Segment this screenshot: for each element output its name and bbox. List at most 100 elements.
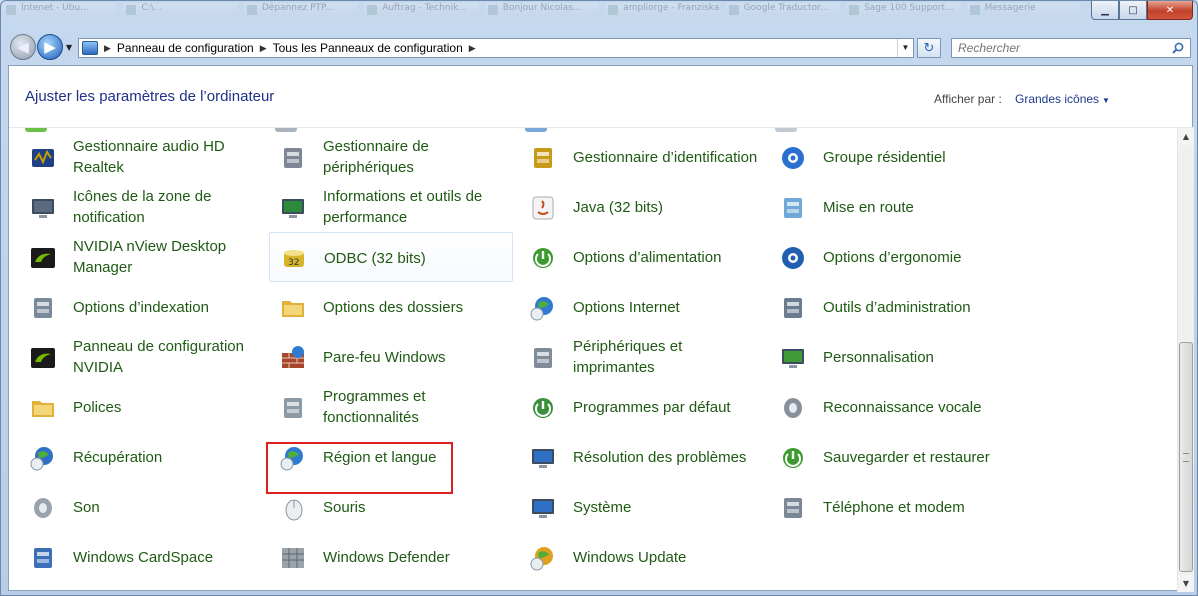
control-panel-item-homegroup[interactable]: Groupe résidentiel (769, 132, 1013, 182)
control-panel-item-cardspace[interactable]: Windows CardSpace (19, 532, 263, 582)
control-panel-item-nvidia-nview[interactable]: NVIDIA nView Desktop Manager (19, 232, 263, 282)
breadcrumb-separator-icon[interactable]: ▶ (104, 43, 111, 54)
default-programs-icon (529, 394, 557, 422)
nvidia-nview-icon (29, 244, 57, 272)
control-panel-item-folder-options[interactable]: Options des dossiers (269, 282, 513, 332)
realtek-audio-icon (29, 144, 57, 172)
breadcrumb-separator-icon[interactable]: ▶ (260, 43, 267, 54)
control-panel-item-device-manager[interactable]: Gestionnaire de périphériques (269, 132, 513, 182)
view-by-label: Afficher par : (934, 92, 1002, 106)
control-panel-item-getting-started[interactable]: Mise en route (769, 182, 1013, 232)
address-bar[interactable]: ▶ Panneau de configuration ▶ Tous les Pa… (78, 38, 914, 58)
speech-recognition-icon (779, 394, 807, 422)
control-panel-item-indexing-options[interactable]: Options d’indexation (19, 282, 263, 332)
breadcrumb-separator-icon[interactable]: ▶ (469, 43, 476, 54)
control-panel-item-windows-firewall[interactable]: Pare-feu Windows (269, 332, 513, 382)
item-label: Programmes et fonctionnalités (323, 388, 426, 426)
region-language-icon (279, 444, 307, 472)
ease-of-access-icon (779, 244, 807, 272)
mouse-icon (279, 494, 307, 522)
background-tab[interactable]: Dépannez PTP... (243, 3, 359, 17)
control-panel-window: Intenet - Ubu... C:\... Dépannez PTP... Auf… (0, 0, 1198, 596)
background-tab[interactable]: ampliorge - Franziska... (605, 3, 720, 17)
personalization-icon (779, 344, 807, 372)
background-tab[interactable]: C:\... (123, 3, 238, 17)
control-panel-item-windows-update[interactable]: Windows Update (519, 532, 763, 582)
control-panel-item-performance[interactable]: Informations et outils de performance (269, 182, 513, 232)
item-label: Windows Defender (323, 548, 450, 566)
control-panel-item-java[interactable]: Java (32 bits) (519, 182, 763, 232)
control-panel-item-internet-options[interactable]: Options Internet (519, 282, 763, 332)
background-tab[interactable]: Intenet - Ubu... (3, 3, 118, 17)
control-panel-item-realtek-audio[interactable]: Gestionnaire audio HD Realtek (19, 132, 263, 182)
control-panel-item-backup-restore[interactable]: Sauvegarder et restaurer (769, 432, 1013, 482)
item-label: Reconnaissance vocale (823, 398, 982, 416)
address-dropdown-icon[interactable]: ▼ (897, 39, 913, 57)
control-panel-item-recovery[interactable]: Récupération (19, 432, 263, 482)
control-panel-item-windows-defender[interactable]: Windows Defender (269, 532, 513, 582)
item-label: Options Internet (573, 298, 680, 316)
item-label: Java (32 bits) (573, 198, 664, 216)
vertical-scrollbar[interactable]: ▲ ▼ (1177, 128, 1194, 592)
item-label: Récupération (73, 448, 163, 466)
control-panel-item-ease-of-access[interactable]: Options d’ergonomie (769, 232, 1013, 282)
cardspace-icon (29, 544, 57, 572)
maximize-button[interactable]: □ (1119, 1, 1147, 20)
control-panel-item-credential-manager[interactable]: Gestionnaire d’identification (519, 132, 763, 182)
windows-defender-icon (279, 544, 307, 572)
search-input[interactable] (958, 41, 1158, 55)
background-tab[interactable]: Auftrag - Technik... (364, 3, 479, 17)
control-panel-item-notification-area[interactable]: Icônes de la zone de notification (19, 182, 263, 232)
control-panel-item-fonts[interactable]: Polices (19, 382, 263, 432)
control-panel-item-sound[interactable]: Son (19, 482, 263, 532)
item-label: Polices (73, 398, 122, 416)
notification-area-icon (29, 194, 57, 222)
scroll-down-button[interactable]: ▼ (1178, 575, 1194, 592)
minimize-button[interactable]: ▁ (1091, 1, 1119, 20)
control-panel-item-system[interactable]: Système (519, 482, 763, 532)
content-header: Ajuster les paramètres de l’ordinateur A… (9, 66, 1194, 128)
item-label: Outils d’administration (823, 298, 971, 316)
search-icon[interactable] (1172, 42, 1184, 54)
control-panel-item-nvidia-control-panel[interactable]: Panneau de configuration NVIDIA (19, 332, 263, 382)
breadcrumb-control-panel[interactable]: Panneau de configuration (117, 41, 254, 55)
control-panel-item-power-options[interactable]: Options d’alimentation (519, 232, 763, 282)
background-tab[interactable]: Google Traductor... (725, 3, 841, 17)
backup-restore-icon (779, 444, 807, 472)
background-tab[interactable]: Messagerie (966, 3, 1081, 17)
view-by-dropdown[interactable]: Grandes icônes ▼ (1015, 92, 1110, 106)
back-button[interactable]: ◀ (10, 34, 36, 60)
item-label: Gestionnaire d’identification (573, 148, 758, 166)
control-panel-item-region-language[interactable]: Région et langue (269, 432, 513, 482)
item-label: NVIDIA nView Desktop Manager (73, 238, 227, 276)
background-tab[interactable]: Bonjour Nicolas... (484, 3, 600, 17)
item-label: Région et langue (323, 448, 437, 466)
item-label: Informations et outils de performance (323, 188, 483, 226)
search-box[interactable] (951, 38, 1191, 58)
caption-buttons: ▁ □ ✕ (1091, 1, 1193, 20)
odbc-icon: 32 (280, 245, 308, 273)
troubleshooting-icon (529, 444, 557, 472)
control-panel-item-mouse[interactable]: Souris (269, 482, 513, 532)
control-panel-item-default-programs[interactable]: Programmes par défaut (519, 382, 763, 432)
recent-pages-dropdown-icon[interactable]: ▼ (66, 43, 72, 52)
refresh-button[interactable]: ↻ (917, 38, 941, 58)
forward-button[interactable]: ▶ (37, 34, 63, 60)
close-button[interactable]: ✕ (1147, 1, 1193, 20)
scrollbar-thumb[interactable] (1179, 342, 1193, 572)
control-panel-item-personalization[interactable]: Personnalisation (769, 332, 1013, 382)
scroll-up-button[interactable]: ▲ (1178, 128, 1194, 145)
background-tab[interactable]: Sage 100 Support... (846, 3, 961, 17)
control-panel-item-odbc[interactable]: 32 ODBC (32 bits) (269, 232, 513, 282)
title-bar: Intenet - Ubu... C:\... Dépannez PTP... Auf… (1, 1, 1197, 31)
control-panel-item-speech-recognition[interactable]: Reconnaissance vocale (769, 382, 1013, 432)
item-label: Souris (323, 498, 366, 516)
system-icon (529, 494, 557, 522)
control-panel-item-programs-features[interactable]: Programmes et fonctionnalités (269, 382, 513, 432)
breadcrumb-all-control-panels[interactable]: Tous les Panneaux de configuration (273, 41, 463, 55)
control-panel-item-devices-printers[interactable]: Périphériques et imprimantes (519, 332, 763, 382)
control-panel-item-phone-modem[interactable]: Téléphone et modem (769, 482, 1013, 532)
item-label: Gestionnaire de périphériques (323, 138, 429, 176)
control-panel-item-troubleshooting[interactable]: Résolution des problèmes (519, 432, 763, 482)
control-panel-item-admin-tools[interactable]: Outils d’administration (769, 282, 1013, 332)
